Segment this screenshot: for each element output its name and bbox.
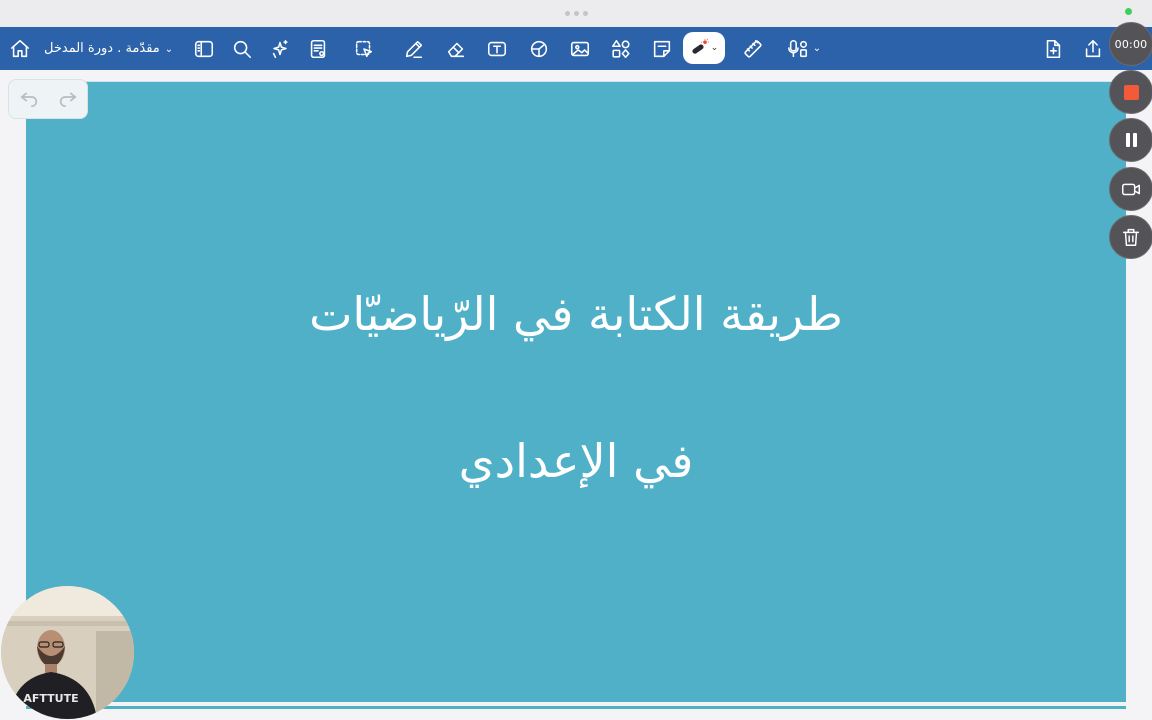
chevron-down-icon: ⌄: [164, 44, 174, 55]
toolbar: مقدّمة . دورة المدخل ⌄ ⌄: [0, 27, 1152, 70]
webcam-overlay[interactable]: AFTTUTE: [1, 586, 134, 719]
video-camera-icon: [1122, 183, 1140, 196]
shapes-icon[interactable]: [527, 27, 551, 70]
stop-recording-button[interactable]: [1109, 70, 1152, 114]
page-view-icon[interactable]: [306, 27, 330, 70]
audio-record-icon[interactable]: ⌄: [783, 27, 823, 70]
slide-title-line-1: طريقة الكتابة في الرّياضيّات: [309, 287, 843, 341]
laser-pointer-button[interactable]: ⌄: [683, 32, 725, 64]
slide[interactable]: طريقة الكتابة في الرّياضيّات في الإعدادي: [26, 81, 1126, 702]
text-box-icon[interactable]: [485, 27, 509, 70]
undo-redo-panel: [8, 79, 88, 119]
slide-title-line-2: في الإعدادي: [458, 434, 694, 488]
slide-edge: [26, 706, 1126, 709]
trash-icon: [1122, 228, 1140, 246]
sparkle-icon[interactable]: [268, 27, 292, 70]
undo-icon[interactable]: [18, 86, 40, 112]
recording-indicator-dot: [1125, 8, 1132, 15]
pause-icon: [1125, 133, 1137, 147]
pen-icon[interactable]: [402, 27, 426, 70]
window-grabber[interactable]: [565, 11, 588, 16]
chevron-down-icon: ⌄: [710, 43, 719, 53]
elements-icon[interactable]: [609, 27, 633, 70]
document-title: مقدّمة . دورة المدخل: [44, 41, 160, 56]
add-page-icon[interactable]: [1041, 27, 1065, 70]
status-strip: [0, 0, 1152, 27]
search-icon[interactable]: [230, 27, 254, 70]
document-title-menu[interactable]: مقدّمة . دورة المدخل ⌄: [44, 27, 173, 70]
lasso-icon[interactable]: [352, 27, 376, 70]
share-icon[interactable]: [1081, 27, 1105, 70]
stop-icon: [1123, 84, 1139, 100]
sticky-note-icon[interactable]: [650, 27, 674, 70]
chevron-down-icon: ⌄: [812, 43, 822, 54]
sidebar-icon[interactable]: [192, 27, 216, 70]
laser-pointer-icon: [692, 38, 709, 54]
redo-icon[interactable]: [57, 86, 79, 112]
pause-recording-button[interactable]: [1109, 118, 1152, 162]
presenter-video-feed: AFTTUTE: [1, 586, 134, 719]
delete-recording-button[interactable]: [1109, 215, 1152, 259]
recording-timer: 00:00: [1109, 22, 1152, 66]
eraser-icon[interactable]: [444, 27, 468, 70]
home-icon[interactable]: [8, 27, 32, 70]
camera-toggle-button[interactable]: [1109, 167, 1152, 211]
ruler-icon[interactable]: [741, 27, 765, 70]
image-icon[interactable]: [568, 27, 592, 70]
shirt-text: AFTTUTE: [23, 692, 78, 705]
